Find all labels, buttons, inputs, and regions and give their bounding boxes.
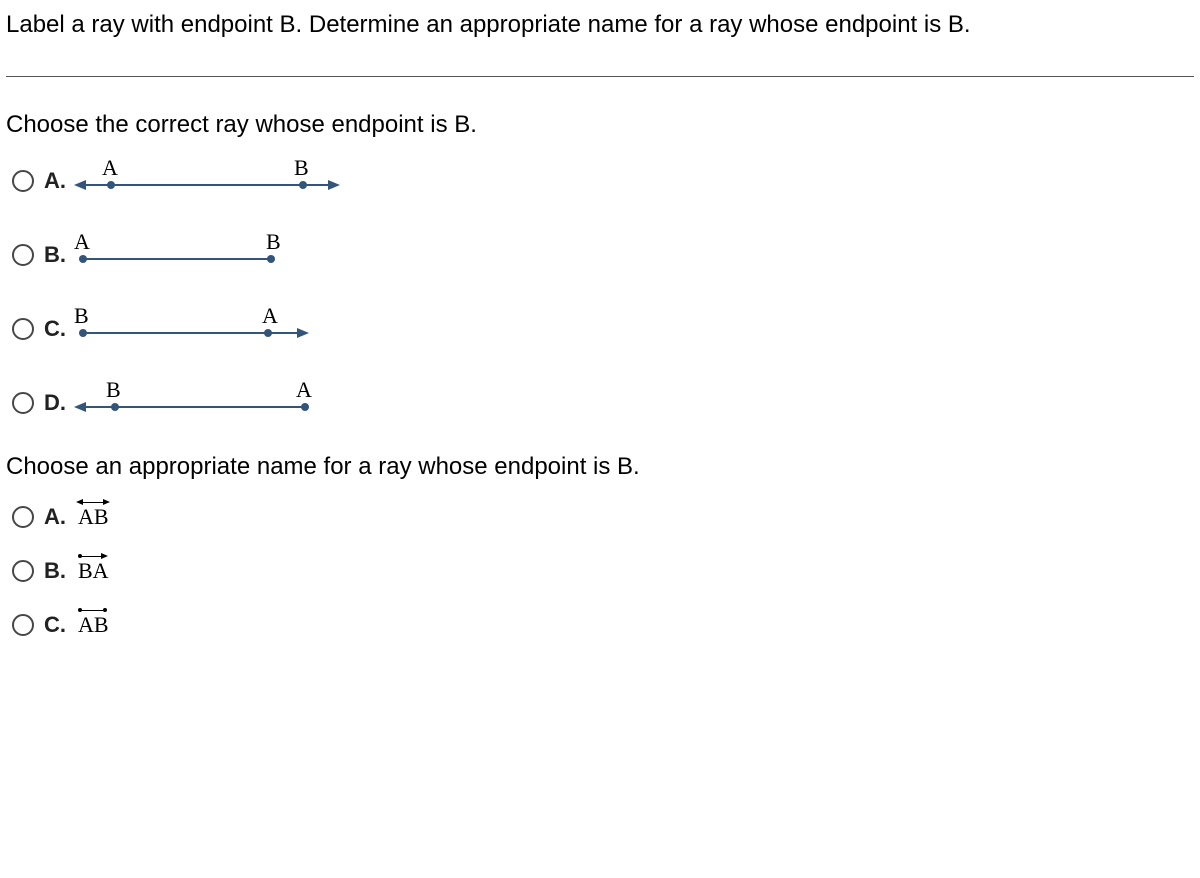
point-label: A xyxy=(262,303,278,329)
point-dot xyxy=(111,403,119,411)
notation-segment-ab: AB xyxy=(78,612,109,638)
option-letter: A. xyxy=(44,504,74,530)
point-dot xyxy=(107,181,115,189)
q1-option-c[interactable]: C. B A xyxy=(12,305,1194,353)
point-label: B xyxy=(106,377,121,403)
radio-icon xyxy=(12,318,34,340)
point-dot xyxy=(299,181,307,189)
diagram-ray-ba: B A xyxy=(74,309,354,349)
q2-option-b[interactable]: B. BA xyxy=(12,553,1194,589)
point-dot xyxy=(264,329,272,337)
q1-option-a[interactable]: A. A B xyxy=(12,157,1194,205)
q2-options: A. AB B. BA xyxy=(12,499,1194,643)
radio-icon xyxy=(12,506,34,528)
q2-prompt: Choose an appropriate name for a ray who… xyxy=(6,453,1194,481)
radio-icon xyxy=(12,392,34,414)
option-letter: B. xyxy=(44,558,74,584)
radio-icon xyxy=(12,560,34,582)
notation-ray-ba: BA xyxy=(78,558,109,584)
point-dot xyxy=(267,255,275,263)
point-label: A xyxy=(296,377,312,403)
q1-option-d[interactable]: D. B A xyxy=(12,379,1194,427)
diagram-segment-ab: A B xyxy=(74,235,354,275)
divider xyxy=(6,76,1194,77)
point-label: B xyxy=(74,303,89,329)
radio-icon xyxy=(12,244,34,266)
point-label: A xyxy=(74,229,90,255)
option-letter: D. xyxy=(44,390,74,416)
diagram-line-ab: A B xyxy=(74,161,354,201)
q2-option-c[interactable]: C. AB xyxy=(12,607,1194,643)
line-segment xyxy=(83,258,269,260)
point-label: B xyxy=(294,155,309,181)
overline-ray-icon xyxy=(78,552,109,562)
notation-line-ab: AB xyxy=(78,504,109,530)
q1-option-b[interactable]: B. A B xyxy=(12,231,1194,279)
q1-prompt: Choose the correct ray whose endpoint is… xyxy=(6,111,1194,139)
radio-icon xyxy=(12,614,34,636)
page-container: Label a ray with endpoint B. Determine a… xyxy=(0,0,1200,669)
option-letter: C. xyxy=(44,612,74,638)
option-letter: A. xyxy=(44,168,74,194)
q1-options: A. A B B. A B xyxy=(12,157,1194,427)
q2-option-a[interactable]: A. AB xyxy=(12,499,1194,535)
point-label: A xyxy=(102,155,118,181)
option-letter: B. xyxy=(44,242,74,268)
question-header: Label a ray with endpoint B. Determine a… xyxy=(6,8,1194,42)
line-segment xyxy=(84,184,330,186)
point-dot xyxy=(301,403,309,411)
overline-segment-icon xyxy=(78,606,109,616)
arrow-right-icon xyxy=(328,180,340,190)
overline-double-arrow-icon xyxy=(78,498,109,508)
arrow-right-icon xyxy=(297,328,309,338)
diagram-ray-ab-left: B A xyxy=(74,383,354,423)
radio-icon xyxy=(12,170,34,192)
option-letter: C. xyxy=(44,316,74,342)
point-label: B xyxy=(266,229,281,255)
